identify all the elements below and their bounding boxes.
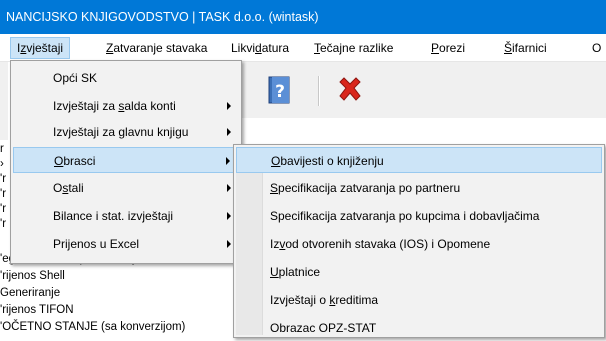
izvjestaji-dropdown: Opći SK Izvještaji za salda konti Izvješ… bbox=[10, 60, 242, 264]
submenu-arrow-icon bbox=[227, 240, 231, 248]
menu-item-opci-sk[interactable]: Opći SK bbox=[13, 65, 239, 91]
window-title-bar: NANCIJSKO KNJIGOVODSTVO | TASK d.o.o. (w… bbox=[0, 0, 606, 34]
menu-zatvaranje-stavaka[interactable]: Zatvaranje stavaka bbox=[100, 38, 213, 58]
list-item: 'r bbox=[0, 218, 7, 230]
submenu-arrow-icon bbox=[227, 184, 231, 192]
obrasci-submenu: Obavijesti o knjiženju Specifikacija zat… bbox=[233, 144, 605, 338]
submenu-item-obavijesti[interactable]: Obavijesti o knjiženju bbox=[236, 147, 602, 173]
list-item[interactable]: 'rijenos TIFON bbox=[0, 303, 74, 318]
toolbar: ? bbox=[236, 62, 606, 118]
help-button[interactable]: ? bbox=[264, 74, 296, 106]
submenu-arrow-icon bbox=[227, 212, 231, 220]
menu-izvjestaji[interactable]: Izvještaji bbox=[10, 37, 71, 59]
menu-porezi[interactable]: Porezi bbox=[425, 38, 471, 58]
menu-likvidatura[interactable]: Likvidatura bbox=[225, 38, 295, 58]
menu-bar: Izvještaji Zatvaranje stavaka Likvidatur… bbox=[0, 34, 606, 62]
menu-item-prijenos-excel[interactable]: Prijenos u Excel bbox=[13, 231, 239, 257]
submenu-item-krediti[interactable]: Izvještaji o kreditima bbox=[236, 287, 602, 313]
menu-item-bilance[interactable]: Bilance i stat. izvještaji bbox=[13, 203, 239, 229]
svg-text:?: ? bbox=[275, 82, 285, 102]
list-item: 'r bbox=[0, 203, 7, 215]
submenu-arrow-icon bbox=[227, 128, 231, 136]
submenu-item-uplatnice[interactable]: Uplatnice bbox=[236, 259, 602, 285]
list-item: › bbox=[0, 158, 4, 170]
list-item: 'r bbox=[0, 188, 7, 200]
submenu-item-specifikacija-partner[interactable]: Specifikacija zatvaranja po partneru bbox=[236, 175, 602, 201]
menu-item-glavna-knjiga[interactable]: Izvještaji za glavnu knjigu bbox=[13, 119, 239, 145]
list-item[interactable]: 'rijenos Shell bbox=[0, 269, 65, 284]
list-item[interactable]: Generiranje bbox=[0, 286, 60, 301]
delete-icon bbox=[339, 77, 361, 101]
menu-item-obrasci[interactable]: Obrasci bbox=[13, 147, 239, 173]
menu-item-saldakonti[interactable]: Izvještaji za salda konti bbox=[13, 93, 239, 119]
submenu-item-opz-stat[interactable]: Obrazac OPZ-STAT bbox=[236, 315, 602, 341]
submenu-arrow-icon bbox=[226, 157, 230, 165]
menu-sifarnici[interactable]: Šifarnici bbox=[498, 38, 553, 58]
list-item[interactable]: 'OČETNO STANJE (sa konverzijom) bbox=[0, 320, 185, 335]
submenu-arrow-icon bbox=[227, 102, 231, 110]
menu-tecajne-razlike[interactable]: Tečajne razlike bbox=[308, 38, 399, 58]
submenu-item-ios-opomene[interactable]: Izvod otvorenih stavaka (IOS) i Opomene bbox=[236, 231, 602, 257]
menu-item-ostali[interactable]: Ostali bbox=[13, 175, 239, 201]
list-item: 'r bbox=[0, 173, 7, 185]
toolbar-separator bbox=[318, 76, 320, 106]
menu-o[interactable]: O bbox=[586, 38, 606, 58]
submenu-item-specifikacija-kupci[interactable]: Specifikacija zatvaranja po kupcima i do… bbox=[236, 203, 602, 229]
window-title: NANCIJSKO KNJIGOVODSTVO | TASK d.o.o. (w… bbox=[6, 10, 319, 24]
list-item: r bbox=[0, 143, 4, 155]
delete-button[interactable] bbox=[334, 74, 366, 106]
help-icon: ? bbox=[268, 76, 290, 104]
